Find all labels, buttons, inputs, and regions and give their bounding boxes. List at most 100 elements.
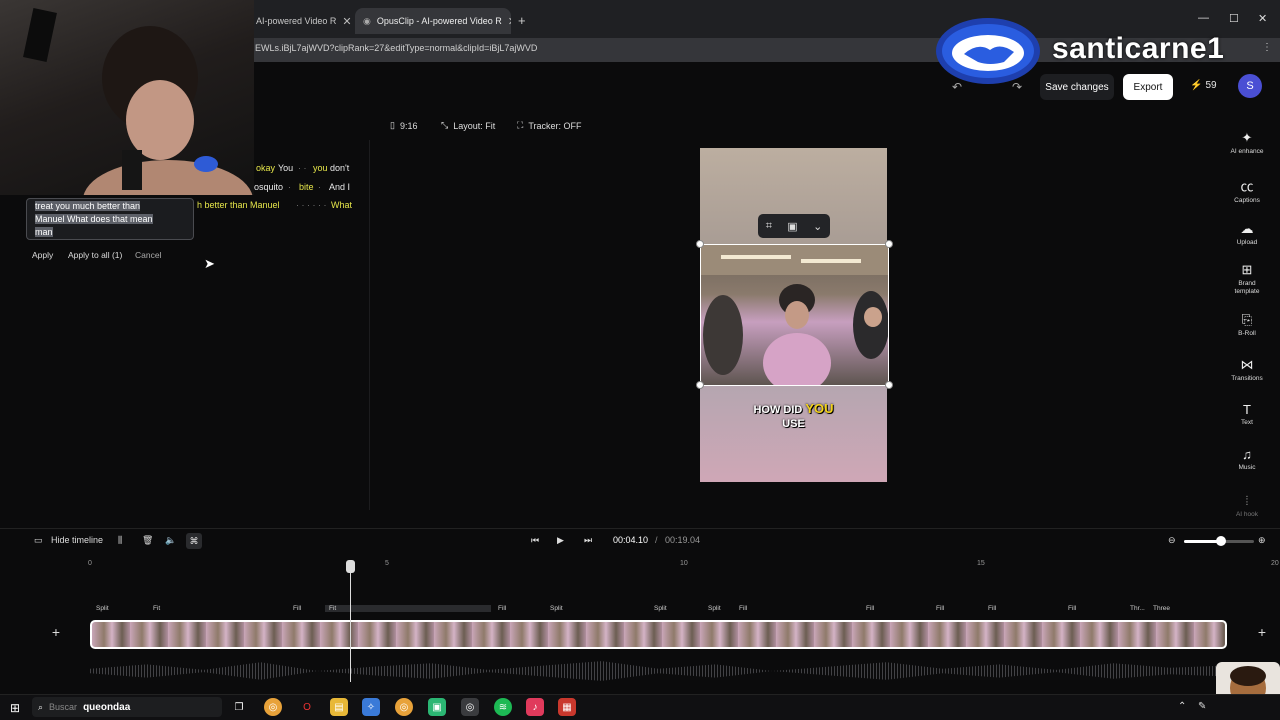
crop-handle[interactable] [885,240,893,248]
transcript-word[interactable]: What [331,200,352,210]
aspect-ratio-button[interactable]: ▯ 9:16 [390,120,417,131]
selected-text: man [35,227,53,237]
segment-label[interactable]: Split [654,605,667,612]
segment-label[interactable]: Fill [498,605,506,612]
sidebar-item-brand-template[interactable]: ⊞ Brand template [1222,262,1272,296]
segment-label[interactable]: Thr... [1130,605,1145,612]
video-track[interactable] [90,620,1227,649]
crop-handle[interactable] [885,381,893,389]
skip-back-icon[interactable]: ⏮ [531,535,539,546]
zoom-in-icon[interactable]: ⊕ [1258,535,1266,546]
close-tab-icon[interactable]: ✕ [508,15,511,28]
phone-icon: ▯ [390,120,395,130]
crop-handle[interactable] [696,240,704,248]
close-tab-icon[interactable]: ✕ [342,15,351,28]
apply-button[interactable]: Apply [32,250,53,260]
segment-label[interactable]: Fill [1068,605,1076,612]
segment-label[interactable]: Split [550,605,563,612]
tiktok-icon[interactable]: ♪ [526,698,544,716]
browser-tab-active[interactable]: ◉ OpusClip - AI-powered Video R ✕ [355,8,511,34]
playhead-handle[interactable] [346,560,355,573]
zoom-slider-thumb[interactable] [1216,536,1226,546]
chrome-icon[interactable]: ◎ [264,698,282,716]
crop-icon[interactable]: ⌗ [766,220,772,233]
sidebar-item-ai-enhance[interactable]: ✦ AI enhance [1222,130,1272,155]
archive-app-icon[interactable]: ▦ [558,698,576,716]
copilot-icon[interactable]: ✧ [362,698,380,716]
chrome-profile-icon[interactable]: ◎ [395,698,413,716]
opera-icon[interactable]: O [298,698,316,716]
sidebar-item-ai-hook[interactable]: ⦙ AI hook [1222,493,1272,518]
segment-label[interactable]: Fill [739,605,747,612]
transcript-word[interactable]: h better than Manuel [197,200,280,210]
transcript-word[interactable]: osquito [254,182,283,192]
tracker-button[interactable]: ⛶ Tracker: OFF [517,120,581,131]
segment-label[interactable]: Split [708,605,721,612]
transcript-word[interactable]: And I [329,182,350,192]
segment-label[interactable]: Fit [153,605,160,612]
tray-chevron-icon[interactable]: ⌃ [1178,701,1186,712]
transcript-word[interactable]: You [278,163,293,173]
transcript-word[interactable]: you [313,163,328,173]
zoom-out-icon[interactable]: ⊖ [1168,535,1176,546]
sidebar-item-upload[interactable]: ☁ Upload [1222,221,1272,246]
zoom-slider-fill [1184,540,1220,543]
windows-start-icon[interactable]: ⊞ [10,701,20,715]
layout-button[interactable]: ⤡ Layout: Fit [441,120,495,131]
pen-icon[interactable]: ✎ [1198,701,1206,712]
snap-icon[interactable]: ⌘ [186,533,202,549]
transcript-word[interactable]: bite [299,182,314,192]
cancel-button[interactable]: Cancel [135,250,161,260]
zoom-slider[interactable] [1184,536,1254,546]
segment-label[interactable]: Fill [293,605,301,612]
skip-forward-icon[interactable]: ⏭ [584,535,592,546]
playhead[interactable] [350,560,351,682]
panel-divider [369,140,370,510]
transcript-word[interactable]: don't [330,163,349,173]
add-track-left-icon[interactable]: + [46,624,66,644]
video-crop-frame[interactable] [700,244,889,393]
replace-media-icon[interactable]: ▣ [787,220,797,233]
spotify-icon[interactable]: ≋ [494,698,512,716]
word-edit-textarea[interactable]: treat you much better than Manuel What d… [26,198,194,240]
browser-tab[interactable]: AI-powered Video R ✕ [248,8,352,34]
time-separator: / [655,535,658,545]
transcript-gap: · · [298,163,307,173]
aspect-ratio-label: 9:16 [399,120,418,131]
text-icon: T [1243,402,1251,417]
split-icon[interactable]: ⫼ [118,535,122,546]
delete-icon[interactable]: 🗑 [142,535,153,546]
hide-timeline-button[interactable]: ▭ Hide timeline [34,535,103,546]
sidebar-item-transitions[interactable]: ⋈ Transitions [1222,357,1272,382]
timeline-ruler[interactable]: 0 5 10 15 20 [88,560,1280,574]
tracker-label: Tracker: OFF [528,120,582,131]
segment-label[interactable]: Fill [936,605,944,612]
task-view-icon[interactable]: ❐ [230,698,248,716]
crop-handle[interactable] [696,381,704,389]
apply-to-all-button[interactable]: Apply to all (1) [68,250,122,260]
transitions-icon: ⋈ [1240,357,1254,372]
segment-label[interactable]: Fill [866,605,874,612]
hide-timeline-label: Hide timeline [51,535,104,545]
app-icon[interactable]: ▣ [428,698,446,716]
sidebar-item-label: Transitions [1231,375,1263,382]
sidebar-item-broll[interactable]: ⎘ B-Roll [1222,312,1272,337]
sidebar-item-text[interactable]: T Text [1222,402,1272,426]
taskbar-search-box[interactable]: ⌕ Buscar queondaa [32,697,222,717]
transcript-word[interactable]: okay [256,163,275,173]
chrome-active-icon[interactable]: ◎ [461,698,479,716]
sidebar-item-music[interactable]: ♫ Music [1222,447,1272,471]
segment-label[interactable]: Split [96,605,109,612]
segment-label[interactable]: Three [1153,605,1170,612]
cc-icon: ㏄ [1240,179,1254,194]
chevron-down-icon[interactable]: ⌄ [813,220,822,233]
add-track-right-icon[interactable]: + [1252,624,1272,644]
segment-label[interactable]: Fill [988,605,996,612]
url-text[interactable]: EWLs.iBjL7ajWVD?clipRank=27&editType=nor… [255,43,537,53]
play-icon[interactable]: ▶ [557,535,564,546]
folder-icon[interactable]: ▤ [330,698,348,716]
video-caption[interactable]: HOW DID YOU USE [700,402,887,431]
volume-icon[interactable]: 🔈 [165,535,176,546]
new-tab-icon[interactable]: + [518,13,526,28]
sidebar-item-captions[interactable]: ㏄ Captions [1222,176,1272,204]
